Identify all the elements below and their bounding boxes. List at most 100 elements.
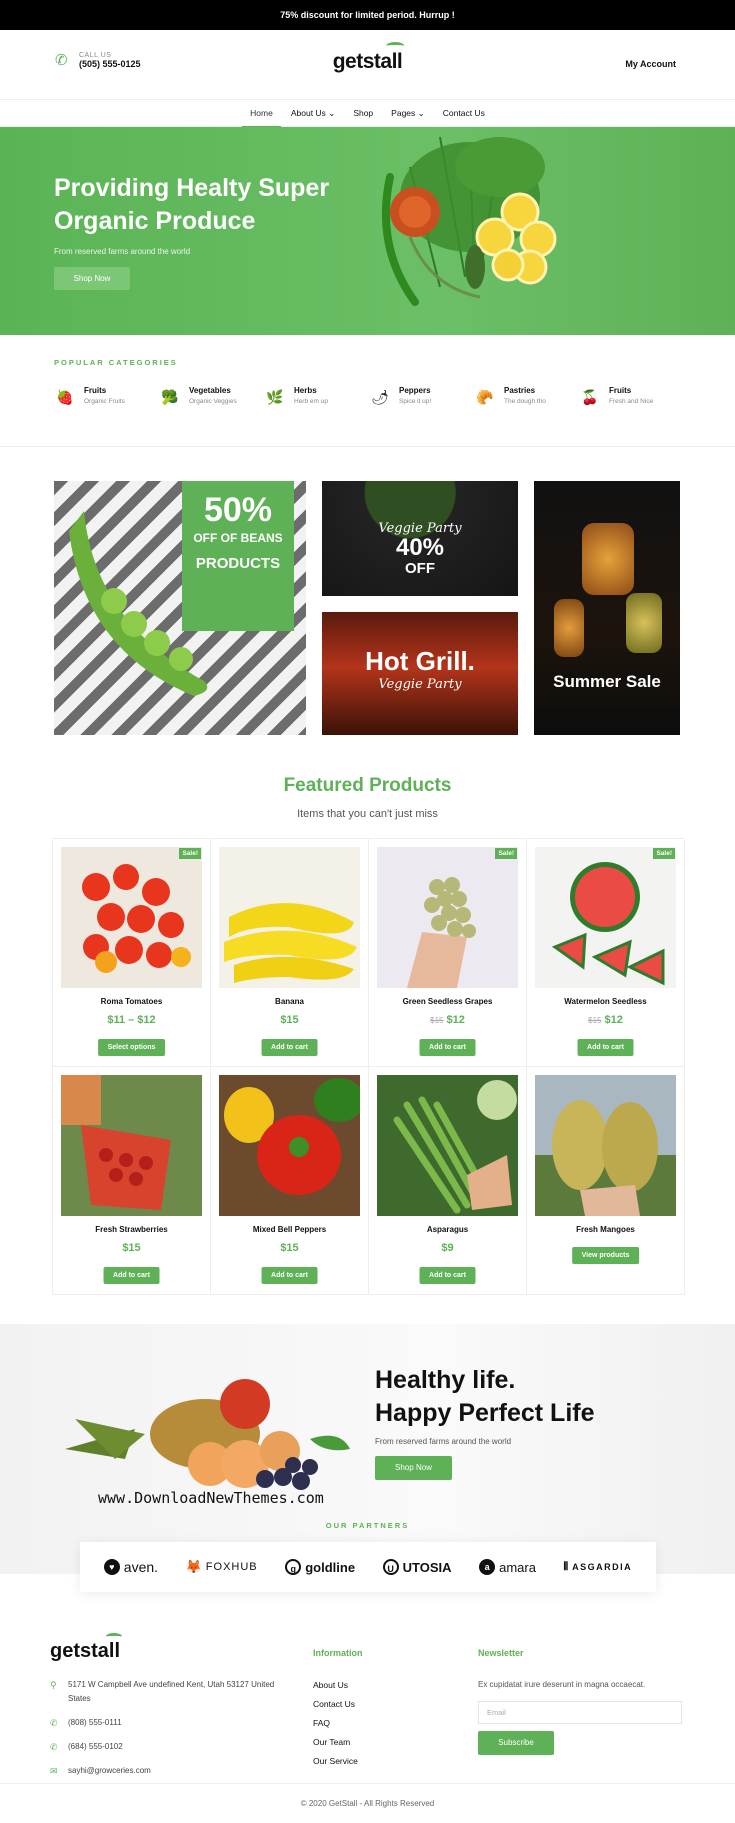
- add-to-cart-button[interactable]: Add to cart: [261, 1267, 318, 1284]
- site-header: ✆ CALL US (505) 555-0125 getstall My Acc…: [0, 30, 735, 100]
- phone-icon: ✆: [55, 51, 68, 69]
- footer-link-service[interactable]: Our Service: [313, 1756, 363, 1766]
- promo-beans[interactable]: 50% OFF OF BEANS PRODUCTS: [54, 481, 306, 735]
- newsletter-title: Newsletter: [478, 1648, 524, 1658]
- goldline-logo-icon: g: [285, 1559, 302, 1575]
- category-vegetables[interactable]: 🥦 Vegetables Organic Veggies: [159, 386, 264, 408]
- nav-about[interactable]: About Us ⌄: [291, 100, 335, 127]
- add-to-cart-button[interactable]: Add to cart: [103, 1267, 160, 1284]
- copyright: © 2020 GetStall - All Rights Reserved: [0, 1783, 735, 1808]
- watermark-text: www.DownloadNewThemes.com: [98, 1489, 324, 1507]
- healthy-title: Healthy life. Happy Perfect Life: [375, 1366, 595, 1427]
- category-peppers[interactable]: 🌶 Peppers Spice it up!: [369, 386, 474, 408]
- product-name[interactable]: Watermelon Seedless: [527, 997, 684, 1006]
- phone-icon: ✆: [50, 1742, 58, 1752]
- product-card[interactable]: Asparagus $9 Add to cart: [369, 1067, 527, 1295]
- product-card[interactable]: Fresh Mangoes View products: [527, 1067, 685, 1295]
- product-card[interactable]: Sale! Green Seedless Grapes $15 $12 Add t…: [369, 839, 527, 1067]
- product-price: $15 $12: [430, 1014, 465, 1026]
- site-logo[interactable]: getstall: [333, 42, 405, 74]
- subscribe-button[interactable]: Subscribe: [478, 1731, 554, 1755]
- product-name[interactable]: Mixed Bell Peppers: [211, 1225, 368, 1234]
- category-herbs[interactable]: 🌿 Herbs Herb em up: [264, 386, 369, 408]
- promo-beans-banner: 50% OFF OF BEANS PRODUCTS: [182, 481, 294, 631]
- my-account-link[interactable]: My Account: [625, 59, 676, 69]
- product-image[interactable]: [219, 1075, 360, 1216]
- hero-shop-button[interactable]: Shop Now: [54, 267, 130, 290]
- newsletter-email-input[interactable]: Email: [478, 1701, 682, 1724]
- product-image[interactable]: [61, 847, 202, 988]
- footer-contact: ⚲ 5171 W Campbell Ave undefined Kent, Uta…: [50, 1678, 298, 1788]
- featured-subtitle: Items that you can't just miss: [297, 808, 438, 820]
- partner-aven[interactable]: ♥ aven.: [103, 1559, 158, 1575]
- footer-phone-1[interactable]: (808) 555-0111: [68, 1716, 122, 1730]
- promo-veggie-party[interactable]: Veggie Party 40% OFF: [322, 481, 518, 596]
- product-image[interactable]: [219, 847, 360, 988]
- partner-asgardia[interactable]: ⫴ ASGARDIA: [564, 1561, 633, 1574]
- select-options-button[interactable]: Select options: [97, 1039, 166, 1056]
- nav-contact[interactable]: Contact Us: [443, 100, 485, 127]
- product-card[interactable]: Sale! Watermelon Seedless $15 $12 Add to …: [527, 839, 685, 1067]
- product-card[interactable]: Banana $15 Add to cart: [211, 839, 369, 1067]
- fruit-icon: 🍓: [56, 389, 74, 405]
- promo-hot-grill[interactable]: Hot Grill. Veggie Party: [322, 612, 518, 735]
- nav-home[interactable]: Home: [242, 100, 281, 128]
- pastry-icon: 🥐: [476, 389, 494, 405]
- product-name[interactable]: Green Seedless Grapes: [369, 997, 526, 1006]
- product-price: $15: [280, 1014, 299, 1026]
- category-fruits[interactable]: 🍓 Fruits Organic Fruits: [54, 386, 159, 408]
- partner-amara[interactable]: a amara: [479, 1559, 536, 1575]
- product-price: $9: [441, 1242, 454, 1254]
- healthy-shop-button[interactable]: Shop Now: [375, 1456, 452, 1480]
- partner-foxhub[interactable]: 🦊 FOXHUB: [186, 1559, 258, 1575]
- product-name[interactable]: Banana: [211, 997, 368, 1006]
- add-to-cart-button[interactable]: Add to cart: [419, 1039, 476, 1056]
- featured-title: Featured Products: [283, 775, 452, 796]
- product-card[interactable]: Sale! Roma Tomatoes $11 – $12 Select opt…: [53, 839, 211, 1067]
- product-card[interactable]: Fresh Strawberries $15 Add to cart: [53, 1067, 211, 1295]
- footer-link-team[interactable]: Our Team: [313, 1737, 363, 1747]
- product-image[interactable]: [61, 1075, 202, 1216]
- nav-shop[interactable]: Shop: [353, 100, 373, 127]
- footer-link-faq[interactable]: FAQ: [313, 1718, 363, 1728]
- product-grid: Sale! Roma Tomatoes $11 – $12 Select opt…: [52, 838, 685, 1295]
- product-image[interactable]: [535, 847, 676, 988]
- partners-title: OUR PARTNERS: [325, 1521, 410, 1530]
- chevron-down-icon: ⌄: [328, 107, 336, 118]
- add-to-cart-button[interactable]: Add to cart: [577, 1039, 634, 1056]
- view-products-button[interactable]: View products: [571, 1247, 640, 1264]
- product-name[interactable]: Fresh Strawberries: [53, 1225, 210, 1234]
- product-image[interactable]: [377, 847, 518, 988]
- add-to-cart-button[interactable]: Add to cart: [419, 1267, 476, 1284]
- hero-banner: Providing Healty Super Organic Produce F…: [0, 127, 735, 335]
- product-image[interactable]: [377, 1075, 518, 1216]
- promo-summer-sale[interactable]: Summer Sale: [534, 481, 680, 735]
- nav-pages[interactable]: Pages ⌄: [391, 100, 425, 127]
- product-image[interactable]: [535, 1075, 676, 1216]
- product-card[interactable]: Mixed Bell Peppers $15 Add to cart: [211, 1067, 369, 1295]
- drink-jar-image: [582, 523, 634, 595]
- partner-utosia[interactable]: U UTOSIA: [382, 1559, 452, 1575]
- footer-address: 5171 W Campbell Ave undefined Kent, Utah…: [68, 1680, 275, 1703]
- product-name[interactable]: Roma Tomatoes: [53, 997, 210, 1006]
- mail-icon: ✉: [50, 1766, 58, 1776]
- footer-logo[interactable]: getstall: [50, 1633, 123, 1663]
- broccoli-icon: 🥦: [161, 389, 179, 405]
- header-phone: (505) 555-0125: [79, 59, 141, 69]
- partner-goldline[interactable]: g goldline: [285, 1559, 355, 1575]
- hero-subtitle: From reserved farms around the world: [54, 247, 191, 256]
- footer-link-contact[interactable]: Contact Us: [313, 1699, 363, 1709]
- product-name[interactable]: Fresh Mangoes: [527, 1225, 684, 1234]
- footer-email[interactable]: sayhi@growceries.com: [68, 1764, 151, 1778]
- produce-image: [381, 136, 557, 306]
- call-label: CALL US: [79, 52, 112, 59]
- category-fruits-2[interactable]: 🍒 Fruits Fresh and Nice: [579, 386, 684, 408]
- call-us[interactable]: ✆ CALL US (505) 555-0125: [55, 52, 141, 69]
- footer-phone-2[interactable]: (684) 555-0102: [68, 1740, 123, 1754]
- category-pastries[interactable]: 🥐 Pastries The dough tho: [474, 386, 579, 408]
- add-to-cart-button[interactable]: Add to cart: [261, 1039, 318, 1056]
- main-nav: Home About Us ⌄ Shop Pages ⌄ Contact Us: [0, 100, 735, 128]
- product-name[interactable]: Asparagus: [369, 1225, 526, 1234]
- healthy-life-section: Healthy life. Happy Perfect Life From res…: [0, 1324, 735, 1574]
- footer-link-about[interactable]: About Us: [313, 1680, 363, 1690]
